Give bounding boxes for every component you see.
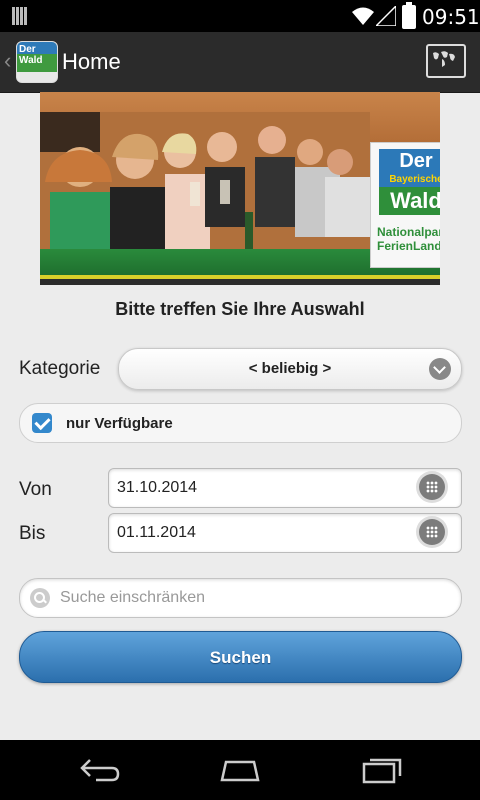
logo-wald: Wald	[379, 187, 440, 215]
von-date-field[interactable]: 31.10.2014	[108, 468, 462, 508]
banner-photo	[40, 112, 370, 262]
search-button[interactable]: Suchen	[19, 631, 462, 683]
recents-icon[interactable]	[360, 756, 404, 784]
von-label: Von	[19, 479, 52, 500]
available-only-label: nur Verfügbare	[66, 415, 173, 432]
logo-der: Der	[379, 149, 440, 173]
logo-nationalpark-text: Nationalpark	[377, 225, 440, 239]
status-bar: 09:51	[0, 0, 480, 32]
kategorie-value: < beliebig >	[248, 360, 332, 377]
available-only-toggle[interactable]: nur Verfügbare	[19, 403, 462, 443]
bis-date-field[interactable]: 01.11.2014	[108, 513, 462, 553]
battery-icon	[402, 2, 416, 29]
page-title[interactable]: Home	[62, 49, 121, 75]
bis-date-value: 01.11.2014	[117, 524, 196, 541]
map-button[interactable]	[426, 44, 466, 78]
world-map-icon	[433, 51, 455, 67]
signal-icon	[376, 6, 396, 26]
app-icon[interactable]: Der Wald	[16, 41, 58, 83]
checkbox-checked-icon[interactable]	[32, 413, 52, 433]
von-date-value: 31.10.2014	[117, 479, 198, 496]
logo-nationalpark: Nationalpark FerienLand	[377, 225, 440, 253]
search-icon	[30, 588, 50, 608]
banner-stripe-dark	[40, 279, 440, 285]
notification-icon	[12, 7, 30, 25]
search-button-label: Suchen	[209, 648, 272, 667]
system-nav-bar	[0, 740, 480, 800]
header-banner: Der Bayerische Wald Nationalpark FerienL…	[40, 92, 440, 285]
kategorie-select[interactable]: < beliebig >	[118, 348, 462, 390]
kategorie-label: Kategorie	[19, 358, 101, 379]
search-box[interactable]	[19, 578, 462, 618]
logo-bayerische: Bayerische	[379, 173, 440, 187]
chevron-down-icon	[429, 358, 451, 380]
der-wald-logo: Der Bayerische Wald Nationalpark FerienL…	[370, 142, 440, 268]
logo-ferienland-text: FerienLand	[377, 239, 440, 253]
form-heading: Bitte treffen Sie Ihre Auswahl	[115, 299, 365, 319]
clock: 09:51	[422, 5, 480, 29]
calendar-icon[interactable]	[419, 519, 445, 545]
bis-label: Bis	[19, 523, 46, 544]
up-chevron-icon[interactable]: ‹	[4, 48, 11, 74]
calendar-icon[interactable]	[419, 474, 445, 500]
action-bar: ‹ Der Wald Home	[0, 32, 480, 93]
wifi-icon	[352, 7, 374, 25]
home-icon[interactable]	[216, 756, 264, 784]
back-icon[interactable]	[78, 756, 122, 784]
search-input[interactable]	[58, 585, 452, 611]
